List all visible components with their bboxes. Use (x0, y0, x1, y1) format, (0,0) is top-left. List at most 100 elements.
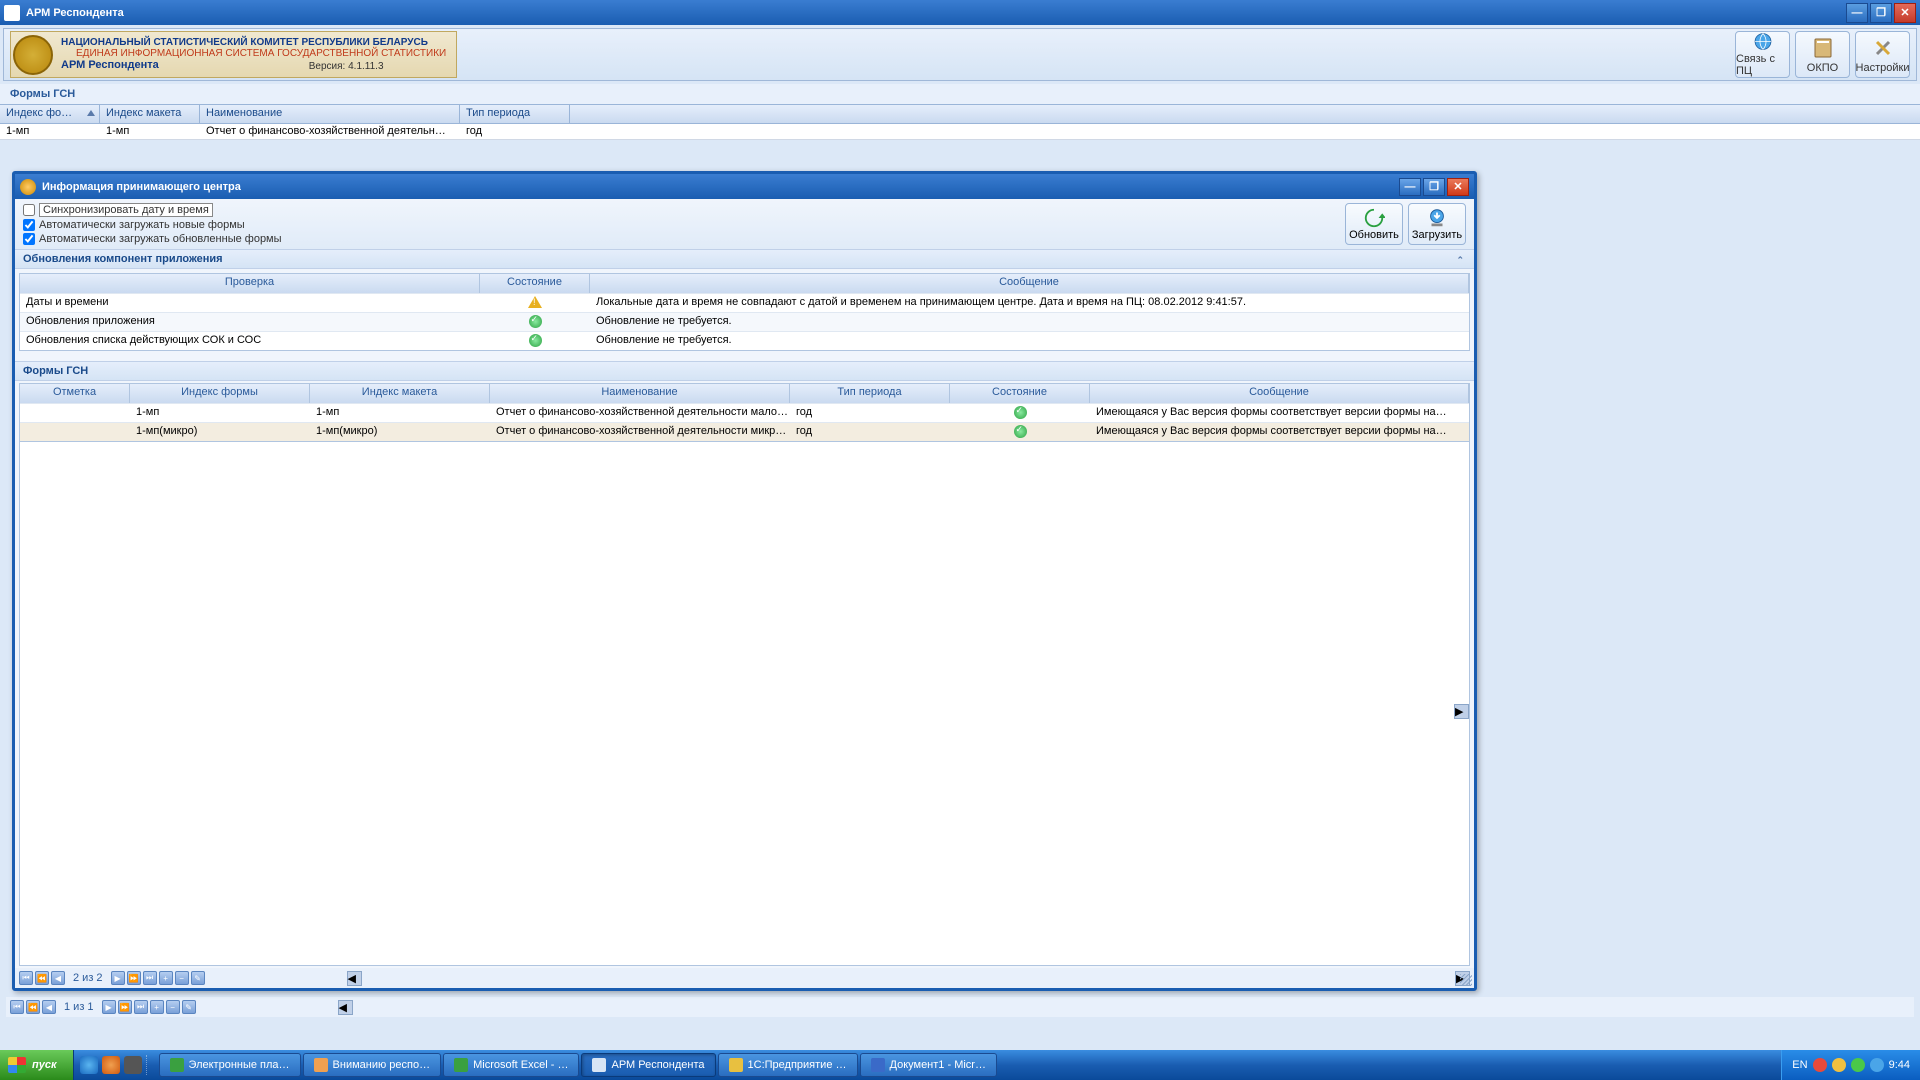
check-sync-datetime[interactable]: Синхронизировать дату и время (23, 203, 282, 217)
modal-toolbar: Синхронизировать дату и время Автоматиче… (15, 199, 1474, 249)
updates-row[interactable]: Даты и времени Локальные дата и время не… (20, 293, 1469, 312)
col-name[interactable]: Наименование (200, 105, 460, 123)
ql-icon[interactable] (124, 1056, 142, 1074)
mnav-prev[interactable]: ◀ (51, 971, 65, 985)
task-item[interactable]: 1С:Предприятие … (718, 1053, 858, 1077)
mnav-add[interactable]: + (159, 971, 173, 985)
nav-first[interactable]: ⏮ (10, 1000, 24, 1014)
hscroll-right[interactable]: ▶ (1454, 704, 1469, 719)
task-item[interactable]: Microsoft Excel - … (443, 1053, 579, 1077)
task-item[interactable]: Электронные пла… (159, 1053, 301, 1077)
version-label: Версия: 4.1.11.3 (309, 61, 384, 72)
app-icon (4, 5, 20, 21)
lang-indicator[interactable]: EN (1792, 1059, 1807, 1071)
col-layoutindex[interactable]: Индекс макета (310, 384, 490, 403)
app-icon (592, 1058, 606, 1072)
modal-maximize[interactable]: ❐ (1423, 178, 1445, 196)
minimize-button[interactable]: — (1846, 3, 1868, 23)
nav-next[interactable]: ▶ (102, 1000, 116, 1014)
refresh-button[interactable]: Обновить (1345, 203, 1403, 245)
nav-nextpage[interactable]: ⏩ (118, 1000, 132, 1014)
banner-logo-block: НАЦИОНАЛЬНЫЙ СТАТИСТИЧЕСКИЙ КОМИТЕТ РЕСП… (10, 31, 457, 78)
okpo-button[interactable]: ОКПО (1795, 31, 1850, 78)
warning-icon (528, 296, 542, 308)
tray-icon[interactable] (1813, 1058, 1827, 1072)
nav-add[interactable]: + (150, 1000, 164, 1014)
tray-icon[interactable] (1832, 1058, 1846, 1072)
nav-last[interactable]: ⏭ (134, 1000, 148, 1014)
task-item-active[interactable]: АРМ Респондента (581, 1053, 715, 1077)
nav-prevpage[interactable]: ⏪ (26, 1000, 40, 1014)
1c-icon (729, 1058, 743, 1072)
col-formindex[interactable]: Индекс формы (130, 384, 310, 403)
task-item[interactable]: Документ1 - Micr… (860, 1053, 997, 1077)
mnav-edit[interactable]: ✎ (191, 971, 205, 985)
grid-empty-area: ▶ (19, 442, 1470, 966)
col-check[interactable]: Проверка (20, 274, 480, 293)
connect-button[interactable]: Связь с ПЦ (1735, 31, 1790, 78)
col-period2[interactable]: Тип периода (790, 384, 950, 403)
forms-grid: Отметка Индекс формы Индекс макета Наиме… (19, 383, 1470, 442)
windows-logo-icon (8, 1057, 26, 1073)
banner-line2: ЕДИНАЯ ИНФОРМАЦИОННАЯ СИСТЕМА ГОСУДАРСТВ… (61, 48, 446, 59)
section-forms: Формы ГСН (15, 361, 1474, 381)
check-auto-new[interactable]: Автоматически загружать новые формы (23, 219, 282, 231)
col-index-layout[interactable]: Индекс макета (100, 105, 200, 123)
start-button[interactable]: пуск (0, 1050, 74, 1080)
clock[interactable]: 9:44 (1889, 1059, 1910, 1071)
modal-title-text: Информация принимающего центра (42, 181, 241, 193)
ie-icon[interactable] (80, 1056, 98, 1074)
firefox-icon[interactable] (102, 1056, 120, 1074)
excel-icon (170, 1058, 184, 1072)
collapse-icon[interactable]: ⌃ (1456, 255, 1464, 266)
modal-close[interactable]: ✕ (1447, 178, 1469, 196)
main-titlebar: АРМ Респондента — ❐ ✕ (0, 0, 1920, 25)
settings-button[interactable]: Настройки (1855, 31, 1910, 78)
col-name2[interactable]: Наименование (490, 384, 790, 403)
mnav-nextpage[interactable]: ⏩ (127, 971, 141, 985)
col-state2[interactable]: Состояние (950, 384, 1090, 403)
ql-separator (146, 1055, 152, 1075)
nav-del[interactable]: − (166, 1000, 180, 1014)
mhscroll-left[interactable]: ◀ (347, 971, 362, 986)
col-index-form[interactable]: Индекс фо… (0, 105, 100, 123)
maximize-button[interactable]: ❐ (1870, 3, 1892, 23)
hscroll-left[interactable]: ◀ (338, 1000, 353, 1015)
modal-minimize[interactable]: — (1399, 178, 1421, 196)
globe-icon (1751, 32, 1775, 51)
updates-row[interactable]: Обновления списка действующих СОК и СОС … (20, 331, 1469, 350)
nav-text: 1 из 1 (64, 1001, 94, 1013)
tray-icon[interactable] (1851, 1058, 1865, 1072)
main-grid-row[interactable]: 1-мп 1-мп Отчет о финансово-хозяйственно… (0, 124, 1920, 140)
ok-icon (529, 315, 542, 328)
nav-edit[interactable]: ✎ (182, 1000, 196, 1014)
nav-prev[interactable]: ◀ (42, 1000, 56, 1014)
excel-icon (454, 1058, 468, 1072)
col-msg2[interactable]: Сообщение (1090, 384, 1469, 403)
updates-grid: Проверка Состояние Сообщение Даты и врем… (19, 273, 1470, 351)
task-item[interactable]: Вниманию респо… (303, 1053, 442, 1077)
col-message[interactable]: Сообщение (590, 274, 1469, 293)
mnav-prevpage[interactable]: ⏪ (35, 971, 49, 985)
word-icon (871, 1058, 885, 1072)
forms-row[interactable]: 1-мп 1-мп Отчет о финансово-хозяйственно… (20, 403, 1469, 422)
mnav-first[interactable]: ⏮ (19, 971, 33, 985)
tray-icon[interactable] (1870, 1058, 1884, 1072)
col-state[interactable]: Состояние (480, 274, 590, 293)
updates-row[interactable]: Обновления приложения Обновление не треб… (20, 312, 1469, 331)
banner-line3: АРМ Респондента (61, 59, 159, 72)
mnav-next[interactable]: ▶ (111, 971, 125, 985)
check-auto-updated[interactable]: Автоматически загружать обновленные форм… (23, 233, 282, 245)
close-button[interactable]: ✕ (1894, 3, 1916, 23)
mnav-last[interactable]: ⏭ (143, 971, 157, 985)
refresh-icon (1363, 207, 1385, 229)
modal-titlebar[interactable]: Информация принимающего центра — ❐ ✕ (15, 174, 1474, 199)
download-button[interactable]: Загрузить (1408, 203, 1466, 245)
col-mark[interactable]: Отметка (20, 384, 130, 403)
book-icon (1811, 36, 1835, 60)
banner-line1: НАЦИОНАЛЬНЫЙ СТАТИСТИЧЕСКИЙ КОМИТЕТ РЕСП… (61, 37, 446, 48)
mnav-del[interactable]: − (175, 971, 189, 985)
forms-row[interactable]: 1-мп(микро) 1-мп(микро) Отчет о финансов… (20, 422, 1469, 441)
col-period[interactable]: Тип периода (460, 105, 570, 123)
resize-grip[interactable] (1460, 974, 1472, 986)
